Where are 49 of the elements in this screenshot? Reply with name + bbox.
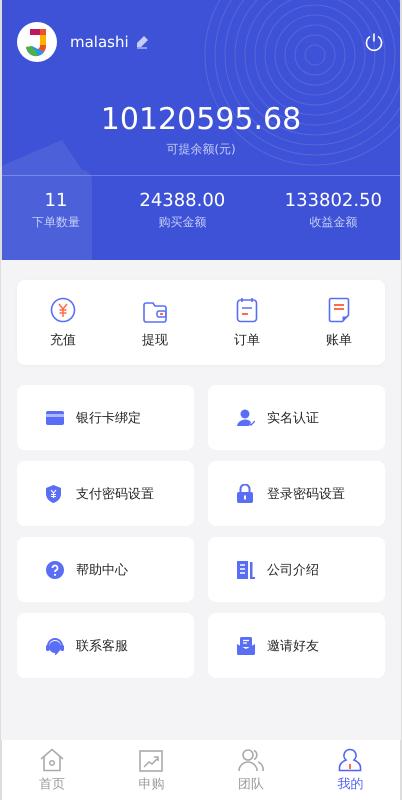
wallet-icon [142, 301, 168, 323]
menu-label: 实名认证 [267, 410, 319, 426]
stat-label: 收益金额 [309, 214, 358, 231]
help-icon [46, 560, 64, 578]
menu-card[interactable]: 支付密码设置 [17, 461, 194, 526]
clipboard-icon [236, 297, 258, 323]
menu-card[interactable]: 登录密码设置 [208, 461, 385, 526]
user-name: malashi [70, 33, 129, 51]
yen-shield-icon [46, 484, 61, 502]
chart-icon [139, 750, 164, 772]
menu-label: 帮助中心 [76, 562, 128, 578]
menu-label: 登录密码设置 [267, 486, 345, 502]
balance-amount: 10120595.68 [100, 102, 302, 138]
stat-value: 24388.00 [139, 190, 226, 212]
pencil-icon[interactable] [134, 35, 149, 49]
menu-card[interactable]: 联系客服 [17, 613, 194, 678]
menu-label: 联系客服 [76, 638, 128, 654]
team-icon [238, 748, 264, 772]
menu-label: 公司介绍 [267, 562, 319, 578]
power-icon[interactable] [364, 32, 384, 52]
stat-value: 133802.50 [284, 190, 382, 212]
quick-action-link[interactable]: 订单 [234, 331, 260, 349]
menu-label: 支付密码设置 [76, 486, 154, 502]
quick-action-link[interactable]: 账单 [326, 331, 352, 349]
menu-card[interactable]: 帮助中心 [17, 537, 194, 602]
quick-action-link[interactable]: 充值 [50, 331, 76, 349]
user-check-icon [237, 409, 255, 426]
menu-label: 银行卡绑定 [76, 410, 141, 426]
menu-card[interactable]: 公司介绍 [208, 537, 385, 602]
bank-card-icon [46, 410, 64, 424]
balance-label: 可提余额(元) [166, 141, 236, 158]
stat-value: 11 [44, 190, 68, 212]
envelope-icon [237, 636, 255, 654]
lock-icon [237, 484, 253, 503]
headset-icon [46, 636, 64, 654]
menu-card[interactable]: 邀请好友 [208, 613, 385, 678]
menu-card[interactable]: 银行卡绑定 [17, 385, 194, 450]
menu-label: 邀请好友 [267, 638, 319, 654]
bill-icon [328, 297, 350, 323]
stat-label: 下单数量 [32, 214, 80, 231]
building-icon [237, 560, 255, 578]
tab[interactable]: 我的 [300, 740, 400, 800]
avatar-logo [17, 22, 57, 62]
user-icon [338, 748, 362, 772]
menu-card[interactable]: 实名认证 [208, 385, 385, 450]
home-icon [38, 748, 65, 772]
stat-label: 购买金额 [158, 214, 206, 231]
yen-coin-icon [50, 297, 76, 323]
quick-action-link[interactable]: 提现 [142, 331, 168, 349]
